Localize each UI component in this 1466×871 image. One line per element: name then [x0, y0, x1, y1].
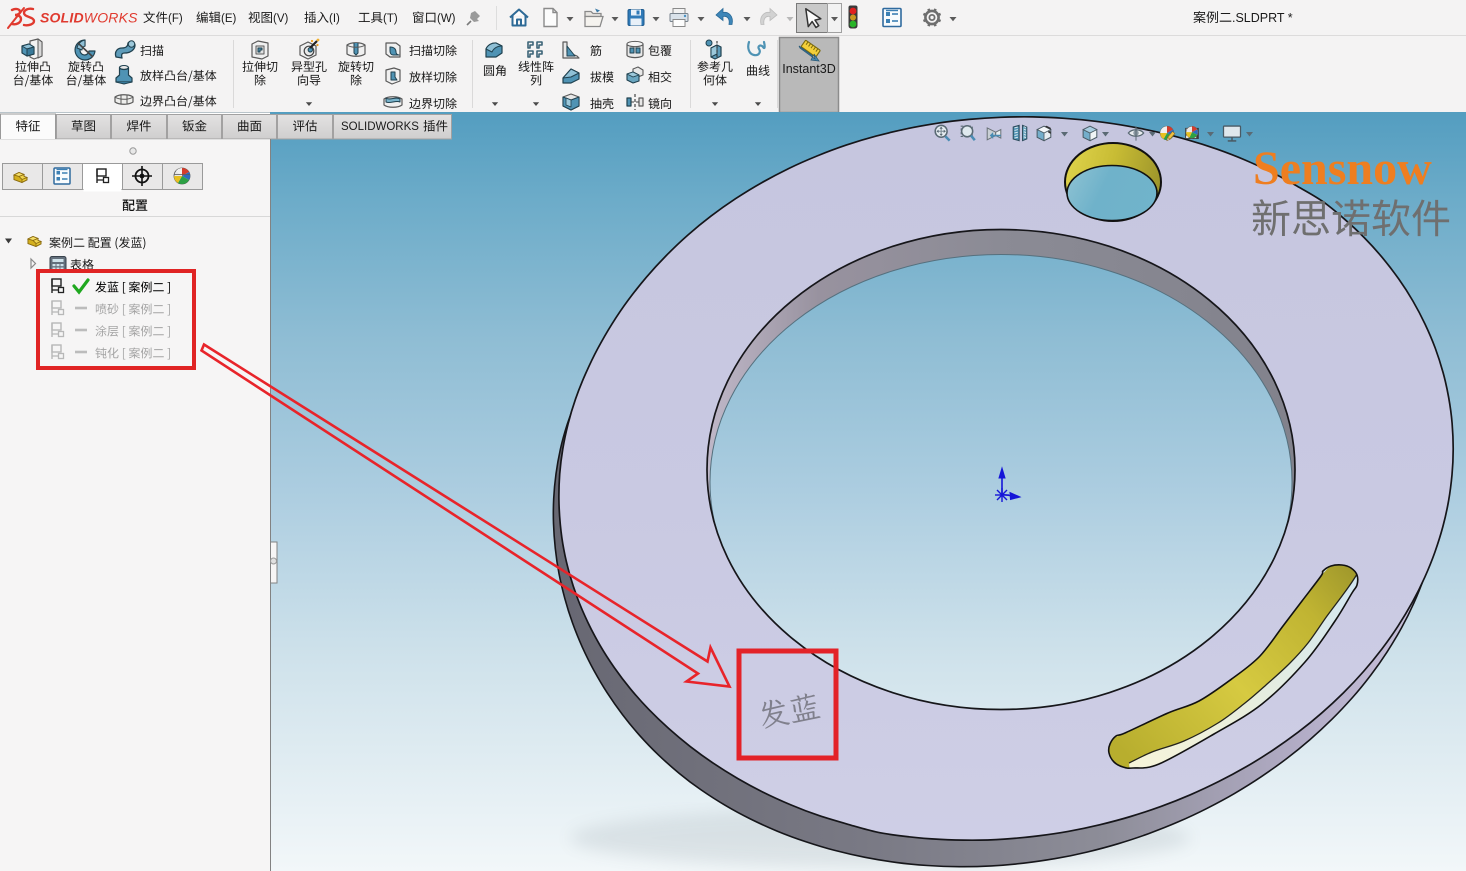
svg-text:(V): (V) [273, 13, 289, 25]
svg-text:(E): (E) [221, 13, 237, 25]
svg-text:Instant3D: Instant3D [782, 62, 836, 76]
svg-text:SOLIDWORKS: SOLIDWORKS [40, 10, 138, 26]
svg-text:Sensnow: Sensnow [1253, 142, 1432, 195]
svg-text:.SLDPRT *: .SLDPRT * [1232, 11, 1293, 25]
svg-text:(W): (W) [437, 13, 456, 25]
svg-text:SOLIDWORKS: SOLIDWORKS [341, 121, 419, 133]
svg-text:(I): (I) [329, 13, 340, 25]
svg-text:(T): (T) [383, 13, 398, 25]
svg-text:(F): (F) [168, 13, 183, 25]
